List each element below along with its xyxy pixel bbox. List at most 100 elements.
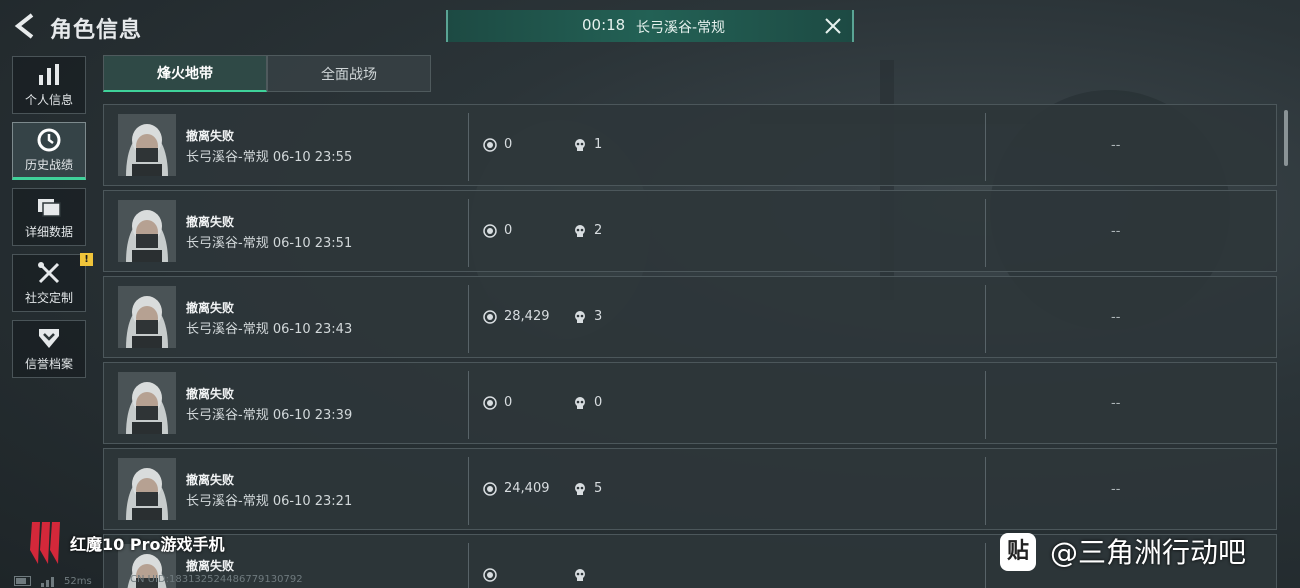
match-result: 撤离失败 xyxy=(186,215,235,229)
match-history-list: 撤离失败 长弓溪谷-常规 06-10 23:55 0 1 -- 撤离失败 长弓溪… xyxy=(103,104,1279,588)
kill-count: 1 xyxy=(594,137,603,152)
coin-icon xyxy=(483,138,497,152)
kill-count: 0 xyxy=(594,395,603,410)
match-map: 长弓溪谷-常规 xyxy=(186,150,269,165)
sidebar-item-label: 社交定制 xyxy=(24,291,73,305)
coin-icon xyxy=(483,568,497,582)
sidebar-item-credit-record[interactable]: 信誉档案 xyxy=(12,320,86,378)
user-uid: CN UID:18313252448677913079​2 xyxy=(130,574,303,585)
divider xyxy=(985,543,986,588)
folder-icon xyxy=(38,199,61,217)
coin-icon xyxy=(483,396,497,410)
divider xyxy=(985,371,986,439)
match-time: 06-10 23:51 xyxy=(272,236,353,251)
bar-chart-icon xyxy=(39,64,59,85)
scrollbar[interactable] xyxy=(1284,110,1288,166)
match-map: 长弓溪谷-常规 xyxy=(186,236,269,251)
notification-badge: ! xyxy=(80,253,93,266)
sidebar: 个人信息 历史战绩 详细数据 社交定制 ! 信誉档案 xyxy=(12,56,93,386)
match-result: 撤离失败 xyxy=(186,559,235,573)
extract-value: 24,409 xyxy=(504,481,550,496)
tieba-watermark: @三角洲行动吧 xyxy=(1050,536,1247,569)
divider xyxy=(985,285,986,353)
divider xyxy=(985,457,986,525)
tab-warfare[interactable]: 全面战场 xyxy=(267,55,431,92)
mode-tabs: 烽火地带 全面战场 xyxy=(103,55,431,93)
sidebar-item-label: 信誉档案 xyxy=(24,357,73,371)
avatar xyxy=(118,200,176,262)
extract-value: 28,429 xyxy=(504,309,550,324)
match-result: 撤离失败 xyxy=(186,129,235,143)
extra-info: -- xyxy=(1111,482,1121,497)
battery-icon xyxy=(14,576,31,586)
skull-icon xyxy=(575,139,585,151)
match-map: 长弓溪谷-常规 xyxy=(636,20,726,36)
match-row[interactable]: 撤离失败 长弓溪谷-常规 06-10 23:21 24,409 5 -- xyxy=(103,448,1277,530)
divider xyxy=(468,199,469,267)
sidebar-item-match-history[interactable]: 历史战绩 xyxy=(12,122,86,180)
match-time: 06-10 23:43 xyxy=(272,322,353,337)
tab-operations[interactable]: 烽火地带 xyxy=(103,55,267,92)
status-bar: 52ms xyxy=(14,574,92,588)
skull-icon xyxy=(575,569,585,581)
avatar xyxy=(118,114,176,176)
skull-icon xyxy=(575,397,585,409)
tieba-logo: 贴 xyxy=(1000,533,1036,571)
match-row[interactable]: 撤离失败 长弓溪谷-常规 06-10 23:55 0 1 -- xyxy=(103,104,1277,186)
match-row[interactable]: 撤离失败 长弓溪谷-常规 06-10 23:43 28,429 3 -- xyxy=(103,276,1277,358)
match-row[interactable]: 撤离失败 长弓溪谷-常规 06-10 23:39 0 0 -- xyxy=(103,362,1277,444)
coin-icon xyxy=(483,310,497,324)
history-clock-icon xyxy=(37,128,61,152)
kill-count: 2 xyxy=(594,223,603,238)
page-title: 角色信息 xyxy=(50,18,143,43)
avatar xyxy=(118,458,176,520)
divider xyxy=(985,113,986,181)
extract-value: 0 xyxy=(504,137,513,152)
divider xyxy=(985,199,986,267)
extra-info: -- xyxy=(1111,310,1121,325)
skull-icon xyxy=(575,483,585,495)
match-map-time: 长弓溪谷-常规 06-10 23:21 xyxy=(186,490,352,509)
sidebar-item-personal-info[interactable]: 个人信息 xyxy=(12,56,86,114)
kill-count: 5 xyxy=(594,481,603,496)
match-row[interactable]: 撤离失败 长弓溪谷-常规 06-10 23:51 0 2 -- xyxy=(103,190,1277,272)
match-map-time: 长弓溪谷-常规 06-10 23:55 xyxy=(186,146,352,165)
tools-icon xyxy=(38,262,60,284)
match-result: 撤离失败 xyxy=(186,473,235,487)
sidebar-item-detailed-data[interactable]: 详细数据 xyxy=(12,188,86,246)
sidebar-item-label: 历史战绩 xyxy=(24,158,73,172)
kill-count: 3 xyxy=(594,309,603,324)
skull-icon xyxy=(575,311,585,323)
match-timer: 00:18 xyxy=(582,16,626,34)
coin-icon xyxy=(483,482,497,496)
match-map-time: 长弓溪谷-常规 06-10 23:39 xyxy=(186,404,352,423)
coin-icon xyxy=(483,224,497,238)
sidebar-item-label: 详细数据 xyxy=(24,225,73,239)
extract-value: 0 xyxy=(504,223,513,238)
sidebar-item-label: 个人信息 xyxy=(24,93,73,107)
sidebar-item-social-custom[interactable]: 社交定制 ! xyxy=(12,253,93,312)
match-result: 撤离失败 xyxy=(186,387,235,401)
match-time: 06-10 23:55 xyxy=(272,150,353,165)
back-arrow-icon[interactable] xyxy=(12,12,38,40)
extra-info: -- xyxy=(1111,396,1121,411)
redmagic-logo-icon xyxy=(30,522,60,564)
extract-value: 0 xyxy=(504,395,513,410)
match-in-progress-banner[interactable]: 00:18 长弓溪谷-常规 xyxy=(446,10,854,42)
match-result: 撤离失败 xyxy=(186,301,235,315)
divider xyxy=(468,285,469,353)
signal-icon xyxy=(41,577,54,587)
device-watermark: 红魔10 Pro游戏手机 xyxy=(70,535,225,554)
match-map-time: 长弓溪谷-常规 06-10 23:51 xyxy=(186,232,352,251)
match-map-time: 长弓溪谷-常规 06-10 23:43 xyxy=(186,318,352,337)
ping-value: 52ms xyxy=(64,575,92,587)
shield-chevron-icon xyxy=(39,329,59,348)
extra-info: -- xyxy=(1111,138,1121,153)
header: 角色信息 00:18 长弓溪谷-常规 xyxy=(0,0,1300,52)
avatar xyxy=(118,286,176,348)
match-map: 长弓溪谷-常规 xyxy=(186,322,269,337)
divider xyxy=(468,457,469,525)
close-icon[interactable] xyxy=(822,15,844,37)
match-time: 06-10 23:39 xyxy=(272,408,353,423)
skull-icon xyxy=(575,225,585,237)
